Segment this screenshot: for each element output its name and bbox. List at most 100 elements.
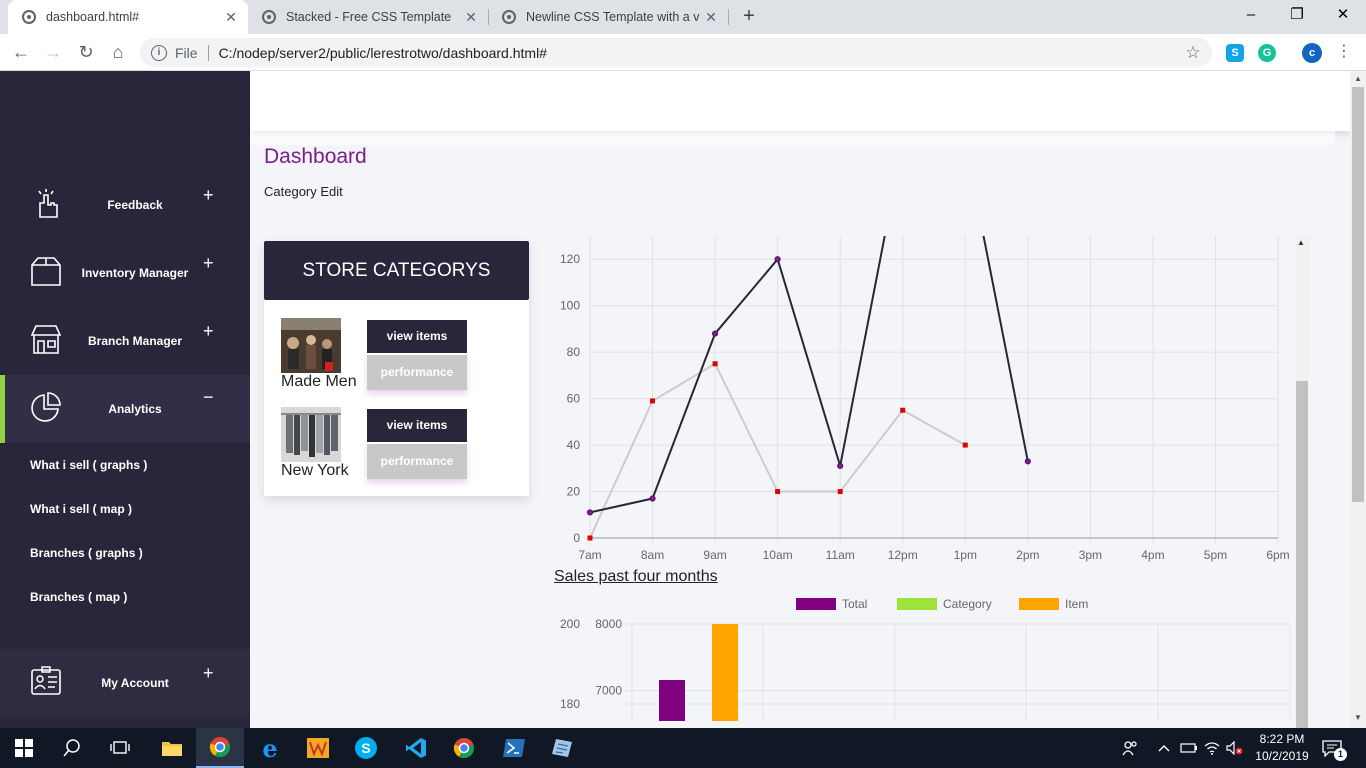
x-tick-label: 2pm — [1016, 548, 1039, 562]
minimize-button[interactable]: – — [1228, 0, 1274, 30]
wifi-icon[interactable] — [1204, 728, 1220, 768]
y-tick-label: 0 — [573, 531, 580, 545]
header-strip — [250, 131, 1335, 145]
menu-kebab-icon[interactable]: ⋮ — [1336, 42, 1352, 62]
box-icon — [31, 257, 61, 286]
store-name: Made Men — [281, 373, 357, 390]
line-chart: 0 20 40 60 80 100 120 7am 8am 9am 10am 11am 12pm 1pm 2… — [560, 236, 1290, 562]
close-tab-icon[interactable]: ✕ — [220, 9, 242, 26]
address-bar[interactable]: i File C:/nodep/server2/public/lerestrot… — [140, 38, 1212, 67]
edge-icon[interactable]: e — [246, 728, 294, 768]
page-viewport: Feedback + Inventory Manager + Branch Ma… — [0, 71, 1350, 728]
data-point — [711, 330, 719, 337]
notifications-icon[interactable]: 1 — [1322, 728, 1347, 768]
view-items-button[interactable]: view items — [367, 320, 467, 353]
chart-scrollbar[interactable]: ▲ — [1295, 236, 1309, 728]
scroll-down-arrow-icon[interactable]: ▼ — [1354, 713, 1362, 722]
sidebar-item-feedback[interactable]: Feedback + — [0, 171, 250, 239]
close-tab-icon[interactable]: ✕ — [460, 9, 482, 26]
grammarly-extension-icon[interactable]: G — [1258, 44, 1276, 62]
bar-chart: TotalCategoryItem20018016080007000 — [560, 597, 1291, 721]
chrome-icon[interactable] — [440, 728, 488, 768]
skype-extension-icon[interactable]: S — [1226, 44, 1244, 62]
data-point — [837, 462, 844, 470]
profile-avatar[interactable]: c — [1302, 43, 1322, 63]
id-card-icon — [31, 666, 61, 695]
submenu-branches-map[interactable]: Branches ( map ) — [30, 590, 127, 604]
chevron-up-icon[interactable] — [1158, 728, 1170, 768]
view-items-button[interactable]: view items — [367, 409, 467, 442]
skype-icon[interactable]: S — [342, 728, 390, 768]
windows-taskbar: e S 8:22 PM 10/2/2019 1 — [0, 728, 1366, 768]
expand-plus-icon[interactable]: + — [203, 663, 214, 684]
x-tick-label: 5pm — [1204, 548, 1227, 562]
sidebar-item-label: Feedback — [107, 198, 163, 212]
tab-stacked[interactable]: Stacked - Free CSS Template ✕ — [248, 0, 488, 34]
clock-time: 8:22 PM — [1259, 732, 1305, 746]
right-y-tick-label: 7000 — [595, 684, 622, 698]
expand-plus-icon[interactable]: + — [203, 253, 214, 274]
omnibox-divider — [207, 44, 209, 61]
performance-button[interactable]: performance — [367, 444, 467, 479]
close-window-button[interactable]: ✕ — [1320, 0, 1366, 30]
forward-arrow-icon[interactable]: → — [40, 39, 66, 65]
y-tick-label: 40 — [567, 438, 581, 452]
task-view-icon[interactable] — [96, 728, 144, 768]
system-clock[interactable]: 8:22 PM 10/2/2019 — [1252, 731, 1312, 765]
sidebar-item-my-account[interactable]: My Account + — [0, 649, 250, 717]
page-scrollbar[interactable]: ▲ ▼ — [1350, 71, 1366, 728]
chrome-taskbar-icon[interactable] — [196, 728, 244, 768]
tab-newline[interactable]: Newline CSS Template with a vid ✕ — [488, 0, 728, 34]
scroll-up-arrow-icon[interactable]: ▲ — [1354, 74, 1362, 83]
scrollbar-thumb[interactable] — [1296, 381, 1308, 728]
sidebar-item-inventory[interactable]: Inventory Manager + — [0, 239, 250, 307]
tab-divider — [728, 9, 729, 25]
search-icon[interactable] — [48, 728, 96, 768]
left-y-tick-label: 200 — [560, 617, 580, 631]
sidebar-item-analytics[interactable]: Analytics − — [0, 375, 250, 443]
back-arrow-icon[interactable]: ← — [8, 39, 34, 65]
legend-label: Category — [943, 597, 992, 611]
store-icon — [30, 325, 62, 354]
expand-plus-icon[interactable]: + — [203, 321, 214, 342]
store-thumbnail-image — [281, 318, 341, 373]
notes-app-icon[interactable] — [538, 728, 586, 768]
info-icon[interactable]: i — [151, 44, 167, 61]
home-icon[interactable]: ⌂ — [105, 39, 131, 65]
reload-icon[interactable]: ↻ — [73, 39, 99, 65]
x-tick-label: 4pm — [1141, 548, 1164, 562]
vscode-icon[interactable] — [392, 728, 440, 768]
url-text[interactable]: C:/nodep/server2/public/lerestrotwo/dash… — [219, 45, 1180, 61]
expand-plus-icon[interactable]: + — [203, 185, 214, 206]
collapse-minus-icon[interactable]: − — [203, 387, 214, 408]
new-tab-button[interactable]: + — [738, 5, 760, 27]
submenu-branches-graphs[interactable]: Branches ( graphs ) — [30, 546, 143, 560]
top-header-bar — [250, 71, 1350, 131]
sidebar-item-branch-manager[interactable]: Branch Manager + — [0, 307, 250, 375]
x-tick-label: 8am — [641, 548, 664, 562]
performance-button[interactable]: performance — [367, 355, 467, 390]
scheme-label: File — [175, 44, 198, 61]
x-tick-label: 11am — [826, 548, 855, 562]
close-tab-icon[interactable]: ✕ — [700, 9, 722, 26]
volume-muted-icon[interactable] — [1226, 728, 1244, 768]
submenu-what-i-sell-graphs[interactable]: What i sell ( graphs ) — [30, 458, 147, 472]
clock-date: 10/2/2019 — [1255, 749, 1309, 763]
scroll-up-arrow-icon[interactable]: ▲ — [1297, 238, 1305, 247]
wps-icon[interactable] — [294, 728, 342, 768]
restore-button[interactable]: ❐ — [1274, 0, 1320, 30]
people-icon[interactable] — [1122, 728, 1138, 768]
bookmark-star-icon[interactable]: ☆ — [1180, 43, 1206, 63]
submenu-what-i-sell-map[interactable]: What i sell ( map ) — [30, 502, 132, 516]
battery-icon[interactable] — [1180, 728, 1198, 768]
scrollbar-thumb[interactable] — [1352, 87, 1364, 502]
y-tick-label: 80 — [567, 345, 581, 359]
file-explorer-icon[interactable] — [148, 728, 196, 768]
powershell-icon[interactable] — [490, 728, 538, 768]
globe-icon — [262, 10, 276, 24]
tab-dashboard[interactable]: dashboard.html# ✕ — [8, 0, 248, 34]
sidebar-item-label: Branch Manager — [87, 334, 183, 348]
tab-title: Stacked - Free CSS Template — [286, 10, 452, 24]
windows-start-icon[interactable] — [0, 728, 48, 768]
tab-title: Newline CSS Template with a vid — [526, 10, 700, 24]
